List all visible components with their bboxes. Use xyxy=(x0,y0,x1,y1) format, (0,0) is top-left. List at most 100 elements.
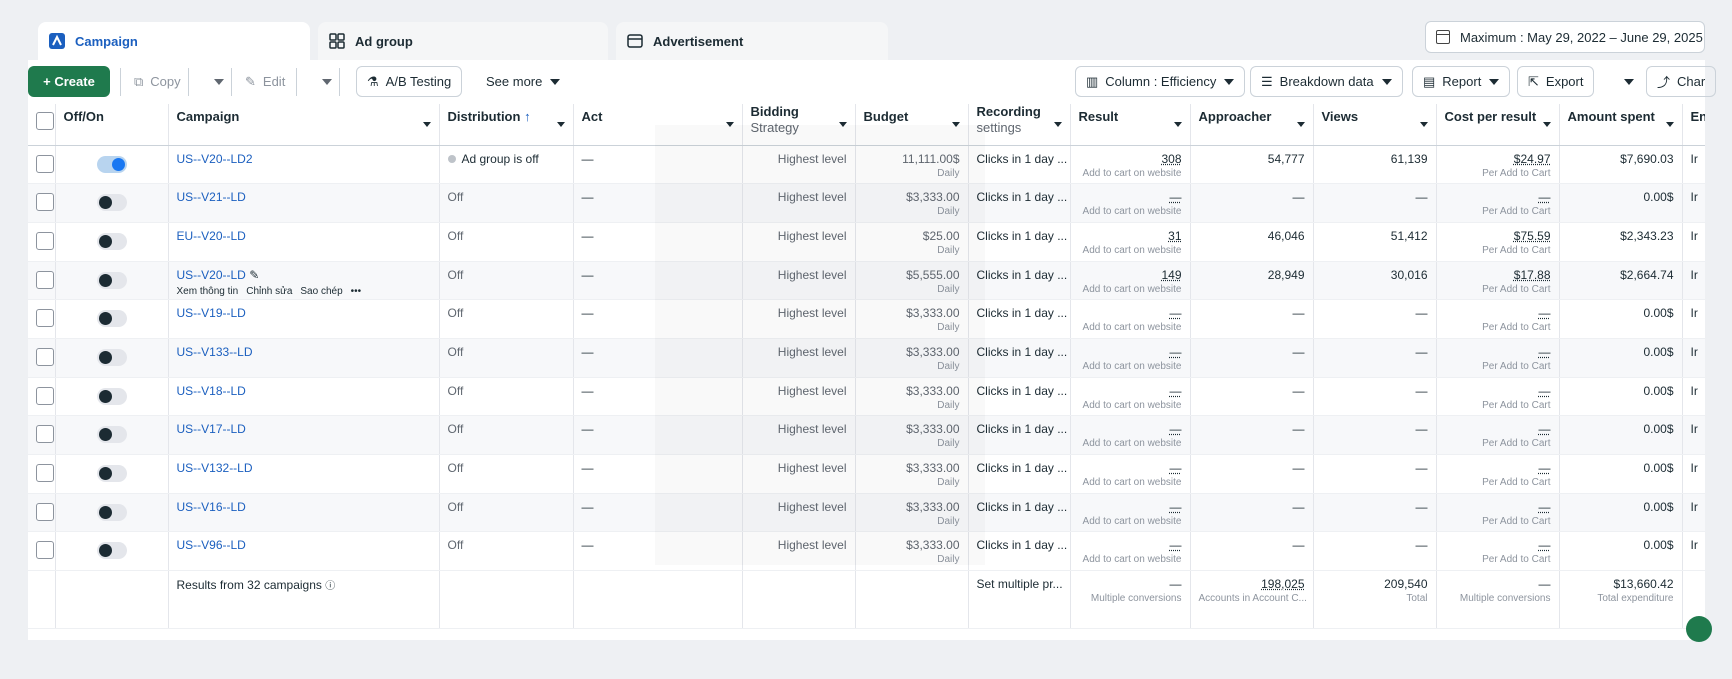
report-button[interactable]: ▤ Report xyxy=(1412,66,1511,97)
col-off-on[interactable]: Off/On xyxy=(55,104,169,146)
campaign-name-link[interactable]: EU--V20--LD xyxy=(177,229,246,243)
table-row[interactable]: US--V19--LD Off — Highest level $3,333.0… xyxy=(28,299,1705,339)
row-action-2[interactable]: Sao chép xyxy=(300,286,342,297)
distribution-value: Off xyxy=(447,344,464,359)
pencil-icon[interactable]: ✎ xyxy=(249,268,259,282)
see-more-button[interactable]: See more xyxy=(476,66,570,97)
row-action-1[interactable]: Chỉnh sửa xyxy=(246,286,292,297)
row-action-0[interactable]: Xem thông tin xyxy=(177,286,239,297)
on-off-toggle[interactable] xyxy=(96,503,127,521)
budget-cell[interactable]: $3,333.00 Daily xyxy=(855,338,969,378)
create-button[interactable]: + Create xyxy=(28,66,110,97)
tab-advertisement[interactable]: Advertisement xyxy=(616,22,888,60)
col-views[interactable]: Views xyxy=(1313,104,1437,146)
more-icon[interactable]: ••• xyxy=(351,286,362,297)
copy-dropdown-button[interactable] xyxy=(196,66,234,97)
on-off-toggle[interactable] xyxy=(96,465,127,482)
export-dropdown-button[interactable] xyxy=(1606,66,1644,97)
campaign-name-link[interactable]: US--V18--LD xyxy=(177,384,246,398)
budget-cell[interactable]: 11,111.00$ Daily xyxy=(855,145,969,185)
budget-cell[interactable]: $3,333.00 Daily xyxy=(855,493,969,533)
on-off-toggle[interactable] xyxy=(96,348,127,366)
table-row[interactable]: US--V132--LD Off — Highest level $3,333.… xyxy=(28,454,1705,494)
row-checkbox[interactable] xyxy=(36,270,54,289)
col-cost-per-result[interactable]: Cost per result xyxy=(1436,104,1560,146)
campaign-name-link[interactable]: US--V17--LD xyxy=(177,422,246,436)
col-act[interactable]: Act xyxy=(573,104,743,146)
campaign-name-link[interactable]: US--V20--LD xyxy=(177,268,246,282)
on-off-toggle[interactable] xyxy=(96,387,127,405)
distribution-value: Off xyxy=(447,267,464,282)
row-checkbox[interactable] xyxy=(36,464,54,482)
table-row[interactable]: US--V21--LD Off — Highest level $3,333.0… xyxy=(28,183,1705,223)
row-checkbox[interactable] xyxy=(36,309,54,328)
row-checkbox[interactable] xyxy=(36,502,54,521)
breakdown-button[interactable]: ☰ Breakdown data xyxy=(1250,66,1403,97)
on-off-toggle[interactable] xyxy=(96,542,127,560)
budget-value: $25.00 xyxy=(922,228,960,243)
campaign-name-link[interactable]: US--V21--LD xyxy=(177,190,246,204)
approacher-cell: 46,046 xyxy=(1190,222,1314,262)
campaign-name-link[interactable]: US--V16--LD xyxy=(177,500,246,514)
campaign-name-link[interactable]: US--V20--LD2 xyxy=(177,152,253,166)
budget-cell[interactable]: $3,333.00 Daily xyxy=(855,454,969,494)
col-bidding[interactable]: Bidding Strategy xyxy=(742,104,856,146)
on-off-toggle[interactable] xyxy=(96,271,127,289)
col-budget[interactable]: Budget xyxy=(855,104,969,146)
campaign-name-link[interactable]: US--V19--LD xyxy=(177,306,246,320)
col-end[interactable]: End xyxy=(1682,104,1705,146)
table-row[interactable]: EU--V20--LD Off — Highest level $25.00 Da… xyxy=(28,222,1705,262)
col-campaign[interactable]: Campaign xyxy=(168,104,440,146)
views-cell: — xyxy=(1313,531,1437,572)
budget-cell[interactable]: $3,333.00 Daily xyxy=(855,299,969,339)
tab-campaign[interactable]: Campaign xyxy=(38,22,310,60)
distribution-value: Off xyxy=(447,383,464,398)
on-off-toggle[interactable] xyxy=(96,310,127,328)
info-icon[interactable]: ⓘ xyxy=(325,581,335,592)
col-approacher[interactable]: Approacher xyxy=(1190,104,1314,146)
ab-testing-button[interactable]: ⚗ A/B Testing xyxy=(356,66,463,97)
tab-ad-group[interactable]: Ad group xyxy=(318,22,608,60)
table-row[interactable]: US--V96--LD Off — Highest level $3,333.0… xyxy=(28,531,1705,572)
export-button[interactable]: ⇱ Export xyxy=(1517,66,1595,97)
campaign-name-link[interactable]: US--V132--LD xyxy=(177,461,253,475)
on-off-toggle[interactable] xyxy=(96,155,127,173)
row-checkbox[interactable] xyxy=(36,386,54,405)
budget-cell[interactable]: $5,555.00 Daily xyxy=(855,261,969,301)
table-row[interactable]: US--V17--LD Off — Highest level $3,333.0… xyxy=(28,415,1705,455)
budget-cell[interactable]: $3,333.00 Daily xyxy=(855,415,969,455)
table-row[interactable]: US--V18--LD Off — Highest level $3,333.0… xyxy=(28,377,1705,417)
row-checkbox[interactable] xyxy=(36,154,54,173)
result-value: 31 xyxy=(1168,228,1182,243)
row-checkbox[interactable] xyxy=(36,541,54,560)
campaign-name-link[interactable]: US--V96--LD xyxy=(177,538,246,552)
row-checkbox[interactable] xyxy=(36,193,54,212)
edit-dropdown-button[interactable] xyxy=(304,66,342,97)
row-checkbox[interactable] xyxy=(36,425,54,444)
edit-button[interactable]: ✎ Edit xyxy=(235,66,295,97)
col-result[interactable]: Result xyxy=(1070,104,1191,146)
row-checkbox[interactable] xyxy=(36,231,54,250)
select-all-checkbox[interactable] xyxy=(36,112,54,130)
copy-button[interactable]: ⧉ Copy xyxy=(124,66,191,97)
chat-bubble-icon[interactable] xyxy=(1686,616,1712,642)
table-row[interactable]: US--V20--LD2 Ad group is off — Highest l… xyxy=(28,145,1705,185)
budget-cell[interactable]: $3,333.00 Daily xyxy=(855,531,969,572)
on-off-toggle[interactable] xyxy=(96,426,127,444)
col-distribution[interactable]: Distribution ↑ xyxy=(439,104,574,146)
row-checkbox[interactable] xyxy=(36,347,54,366)
on-off-toggle[interactable] xyxy=(96,194,127,212)
budget-cell[interactable]: $3,333.00 Daily xyxy=(855,377,969,417)
column-button[interactable]: ▥ Column : Efficiency xyxy=(1075,66,1246,97)
col-recording[interactable]: Recording settings xyxy=(968,104,1071,146)
chart-button[interactable]: ⤴ Char xyxy=(1646,66,1716,97)
table-row[interactable]: US--V20--LD ✎ Xem thông tin Chỉnh sửa Sao c… xyxy=(28,261,1705,301)
table-row[interactable]: US--V133--LD Off — Highest level $3,333.… xyxy=(28,338,1705,378)
date-range-picker[interactable]: Maximum : May 29, 2022 – June 29, 2025 xyxy=(1425,21,1705,53)
budget-cell[interactable]: $3,333.00 Daily xyxy=(855,183,969,223)
table-row[interactable]: US--V16--LD Off — Highest level $3,333.0… xyxy=(28,493,1705,533)
on-off-toggle[interactable] xyxy=(96,232,127,250)
col-amount-spent[interactable]: Amount spent xyxy=(1559,104,1683,146)
campaign-name-link[interactable]: US--V133--LD xyxy=(177,345,253,359)
budget-cell[interactable]: $25.00 Daily xyxy=(855,222,969,262)
